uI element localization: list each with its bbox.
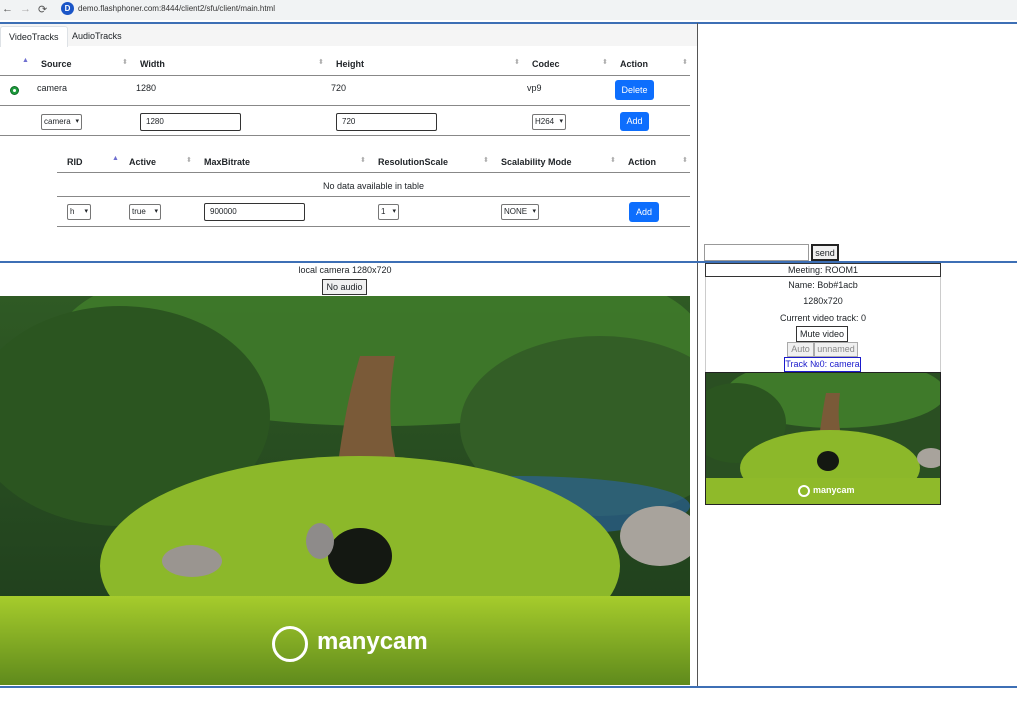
back-arrow-icon[interactable]: ← [2,3,13,15]
active-select-value: true [132,207,146,216]
chevron-down-icon: ▾ [154,208,158,215]
codec-select-value: H264 [535,117,555,126]
tab-audiotracks[interactable]: AudioTracks [64,26,130,46]
col-source-header[interactable]: Source [41,59,72,69]
manycam-logo-icon [798,485,810,497]
quality-unnamed-button[interactable]: unnamed [814,342,858,357]
codec-select[interactable]: H264 ▾ [532,114,566,130]
row-height: 720 [331,83,347,93]
row-rule [0,105,690,106]
sort-asc-icon[interactable]: ▲ [112,155,119,162]
col-width-header[interactable]: Width [140,59,165,69]
sort-icon[interactable]: ⬍ [602,58,608,66]
col-active-header[interactable]: Active [129,157,156,167]
no-audio-button[interactable]: No audio [322,279,367,295]
row-codec: vp9 [527,83,542,93]
url-host: demo.flashphoner.com [78,4,159,13]
send-button[interactable]: send [811,244,839,261]
reload-icon[interactable]: ⟳ [38,3,47,16]
chevron-down-icon: ▾ [532,208,536,215]
mute-video-button[interactable]: Mute video [796,326,848,342]
manycam-logo-icon [272,626,308,662]
row-source: camera [37,83,68,93]
rid-select[interactable]: h ▾ [67,204,91,220]
col-maxbitrate-header[interactable]: MaxBitrate [204,157,250,167]
enc-row-rule [57,196,690,197]
source-select[interactable]: camera ▾ [41,114,82,130]
add-encoding-button[interactable]: Add [629,202,659,222]
local-video: manycam [0,296,690,685]
remote-video: manycam [705,372,941,505]
address-bar[interactable]: demo.flashphoner.com:8444/client2/sfu/cl… [78,4,275,13]
sort-icon[interactable]: ⬍ [122,58,128,66]
url-path: :8444/client2/sfu/client/main.html [158,4,275,13]
add-track-button[interactable]: Add [620,112,649,131]
delete-track-button[interactable]: Delete [615,80,654,100]
chevron-down-icon: ▾ [392,208,396,215]
col-action-header[interactable]: Action [620,59,648,69]
rid-select-value: h [70,207,75,216]
col-codec-header[interactable]: Codec [532,59,560,69]
sort-icon[interactable]: ⬍ [186,156,192,164]
col-resolutionscale-header[interactable]: ResolutionScale [378,157,448,167]
tab-videotracks[interactable]: VideoTracks [0,26,68,47]
track-status-icon[interactable] [10,86,19,95]
header-rule [0,75,690,76]
chat-input[interactable] [704,244,809,261]
sort-icon[interactable]: ⬍ [318,58,324,66]
resolution-scale-select[interactable]: 1 ▾ [378,204,399,220]
local-watermark: manycam [317,628,428,655]
width-input[interactable]: 1280 [140,113,241,131]
sort-asc-icon[interactable]: ▲ [22,57,29,64]
site-favicon-icon: D [61,2,74,15]
chevron-down-icon: ▾ [75,118,79,125]
sort-icon[interactable]: ⬍ [360,156,366,164]
chevron-down-icon: ▾ [84,208,88,215]
col-enc-action-header[interactable]: Action [628,157,656,167]
local-video-label: local camera 1280x720 [298,265,392,275]
row-width: 1280 [136,83,157,93]
active-select[interactable]: true ▾ [129,204,161,220]
chevron-down-icon: ▾ [559,118,563,125]
scalability-mode-select[interactable]: NONE ▾ [501,204,539,220]
sort-icon[interactable]: ⬍ [682,58,688,66]
sort-icon[interactable]: ⬍ [483,156,489,164]
scalability-mode-value: NONE [504,207,528,216]
quality-auto-button[interactable]: Auto [787,342,814,357]
participant-resolution: 1280x720 [803,296,843,306]
current-video-track: Current video track: 0 [779,313,867,323]
empty-table-message: No data available in table [322,181,425,191]
height-input[interactable]: 720 [336,113,437,131]
maxbitrate-input[interactable]: 900000 [204,203,305,221]
source-select-value: camera [44,117,71,126]
resolution-scale-value: 1 [381,207,386,216]
col-height-header[interactable]: Height [336,59,364,69]
remote-watermark: manycam [813,485,855,495]
enc-form-rule [57,226,690,227]
sort-icon[interactable]: ⬍ [610,156,616,164]
bottom-divider [0,686,1017,688]
enc-header-rule [57,172,690,173]
participant-name: Name: Bob#1acb [788,280,858,290]
sort-icon[interactable]: ⬍ [514,58,520,66]
sort-icon[interactable]: ⬍ [682,156,688,164]
vertical-divider [697,23,698,688]
local-video-frame [0,296,690,685]
meeting-title: Meeting: ROOM1 [787,265,859,275]
col-rid-header[interactable]: RID [67,157,83,167]
col-scalability-header[interactable]: Scalability Mode [501,157,572,167]
form-rule [0,135,690,136]
forward-arrow-icon[interactable]: → [20,3,31,15]
track-select-button[interactable]: Track №0: camera [784,357,861,372]
